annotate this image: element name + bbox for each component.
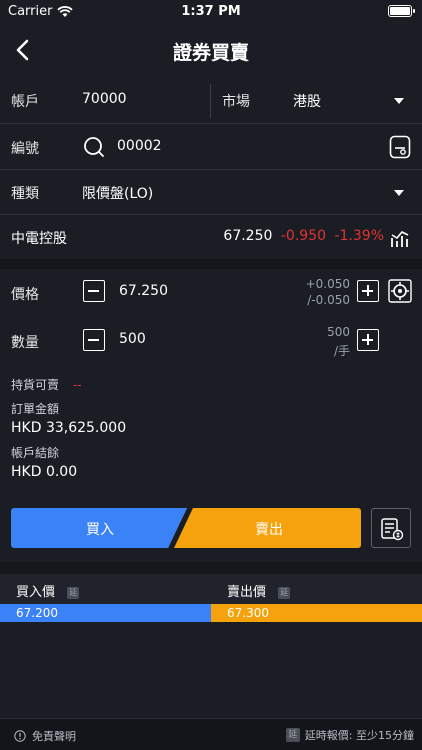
delay-note: 延 延時報價: 至少15分鐘: [285, 727, 414, 743]
account-market-row: 帳戶 70000 市場 港股: [0, 78, 422, 124]
bid-ask-header: 買入價 延 賣出價 延: [0, 574, 422, 604]
bid-header: 買入價 延: [16, 581, 80, 600]
order-list-button[interactable]: [371, 508, 411, 548]
section-divider: [0, 562, 422, 574]
holdings-label: 持貨可賣: [11, 378, 60, 392]
delay-note-text: 延時報價: 至少15分鐘: [304, 729, 414, 742]
market-value: 港股: [293, 94, 321, 110]
balance-label: 帳戶結餘: [11, 446, 60, 460]
quantity-decrease-button[interactable]: [83, 329, 105, 351]
quote-card-icon[interactable]: [389, 135, 411, 159]
page-title: 證券買賣: [172, 42, 249, 64]
delay-tag: 延: [278, 586, 291, 599]
search-icon[interactable]: [83, 136, 105, 158]
code-row: 編號 00002: [0, 124, 422, 170]
disclaimer-label: 免責聲明: [32, 730, 76, 743]
chevron-down-icon: [394, 98, 404, 104]
market-label: 市場: [222, 94, 250, 110]
account-value[interactable]: 70000: [82, 91, 127, 107]
holdings-info: 持貨可賣 --: [11, 376, 82, 393]
buy-sell-separator: [160, 508, 196, 548]
balance-value: HKD 0.00: [11, 464, 78, 480]
price-decrease-button[interactable]: [83, 280, 105, 302]
code-label: 編號: [11, 141, 39, 157]
battery-icon: [388, 5, 415, 17]
chevron-down-icon: [394, 190, 404, 196]
account-label: 帳戶: [11, 94, 39, 110]
bid-label: 買入價: [16, 585, 56, 600]
quantity-label: 數量: [11, 335, 39, 351]
price-input[interactable]: 67.250: [119, 283, 168, 299]
code-input[interactable]: 00002: [117, 138, 162, 154]
delay-tag: 延: [285, 728, 300, 742]
order-type-selector[interactable]: 種類 限價盤(LO): [0, 170, 422, 215]
quantity-increase-button[interactable]: [357, 329, 379, 351]
price-increase-button[interactable]: [357, 280, 379, 302]
price-label: 價格: [11, 287, 39, 303]
sell-button[interactable]: 賣出: [177, 508, 361, 548]
price-step-down: /-0.050: [307, 293, 350, 307]
lot-size: 500: [327, 325, 350, 339]
chart-icon[interactable]: [390, 227, 412, 249]
section-divider: [0, 259, 422, 269]
lot-unit: /手: [333, 344, 350, 358]
type-value: 限價盤(LO): [82, 186, 154, 202]
bid-price-bar: 67.200: [0, 604, 211, 622]
order-list-icon: [381, 518, 404, 541]
info-icon: [14, 730, 26, 742]
quantity-input[interactable]: 500: [119, 331, 146, 347]
nav-bar: 證券買賣: [0, 28, 422, 72]
ask-label: 賣出價: [227, 585, 267, 600]
status-bar: Carrier 1:37 PM: [0, 0, 422, 24]
ask-price: 67.300: [227, 606, 269, 620]
stock-price: 67.250: [223, 228, 273, 244]
footer: 免責聲明 延 延時報價: 至少15分鐘: [0, 718, 422, 750]
stock-info-row: 中電控股 67.250 -0.950 -1.39%: [0, 215, 422, 259]
target-icon[interactable]: [388, 279, 412, 303]
sell-label: 賣出: [255, 522, 283, 538]
clock: 1:37 PM: [181, 4, 241, 19]
quantity-row: 數量 500 500 /手: [0, 317, 422, 365]
holdings-value: --: [72, 378, 82, 392]
type-label: 種類: [11, 186, 39, 202]
bid-price: 67.200: [16, 606, 58, 620]
market-selector[interactable]: 市場 港股: [211, 78, 422, 124]
price-step-up: +0.050: [305, 277, 350, 291]
stock-quote: 67.250 -0.950 -1.39%: [223, 228, 384, 244]
delay-tag: 延: [67, 586, 80, 599]
stock-change-pct: -1.39%: [334, 228, 384, 244]
price-row: 價格 67.250 +0.050 /-0.050: [0, 269, 422, 317]
ask-header: 賣出價 延: [227, 581, 291, 600]
order-amount-label: 訂單金額: [11, 402, 60, 416]
stock-name: 中電控股: [11, 231, 67, 247]
stock-change: -0.950: [280, 228, 327, 244]
ask-price-bar: 67.300: [211, 604, 422, 622]
order-amount-value: HKD 33,625.000: [11, 420, 127, 436]
disclaimer-link[interactable]: 免責聲明: [14, 728, 76, 744]
